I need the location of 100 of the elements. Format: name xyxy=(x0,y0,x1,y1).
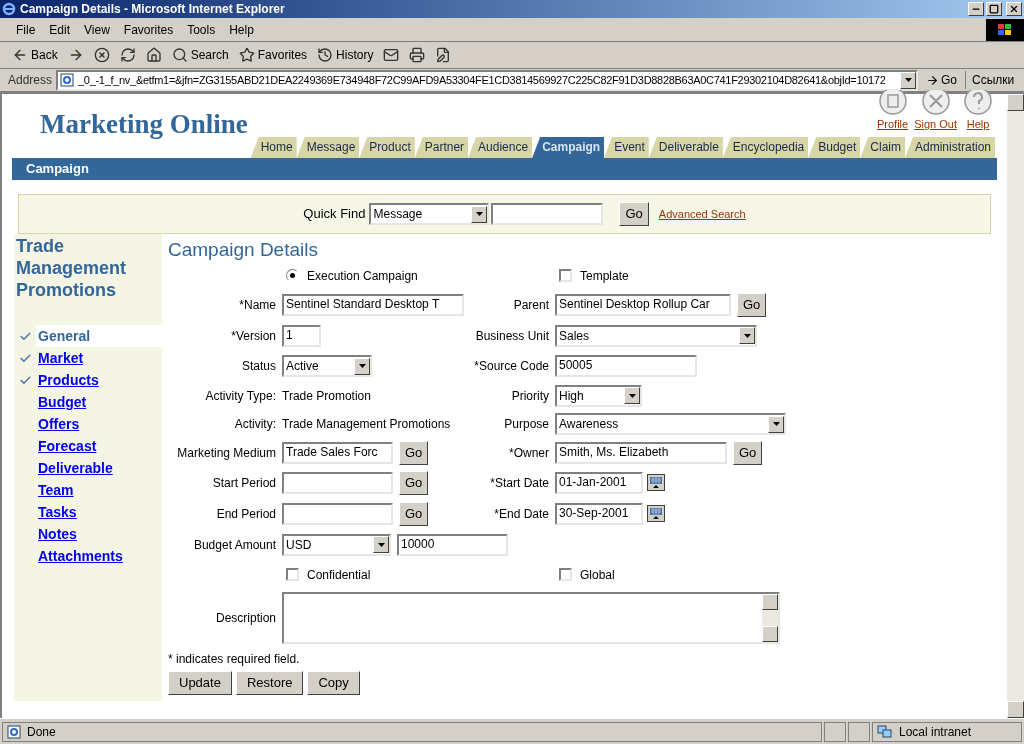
go-button[interactable]: Go xyxy=(619,202,649,226)
input-field[interactable]: 1 xyxy=(282,324,321,347)
advanced-search-link[interactable]: Advanced Search xyxy=(658,205,746,223)
field-label: *Owner xyxy=(509,444,549,462)
sidebar-link[interactable]: Notes xyxy=(36,523,162,545)
field-label: Description xyxy=(215,610,276,627)
toolbar-button[interactable]: History xyxy=(317,46,374,64)
sidebar-link[interactable]: Offers xyxy=(36,413,162,435)
nav-tab[interactable]: Audience xyxy=(468,137,533,158)
sign-out-icon[interactable] xyxy=(920,90,951,116)
sidebar-link[interactable]: Team xyxy=(36,479,162,501)
checkbox-label: Template xyxy=(580,267,629,285)
go-button[interactable]: Go xyxy=(733,440,763,465)
toolbar-button[interactable] xyxy=(93,47,110,63)
header-link[interactable]: Profile xyxy=(877,116,909,133)
header-link[interactable]: Sign Out xyxy=(914,116,957,133)
caret-icon xyxy=(624,387,640,404)
nav-tab[interactable]: Home xyxy=(250,137,297,158)
input-field[interactable]: Smith, Ms. Elizabeth xyxy=(555,441,727,464)
menu-item[interactable]: Edit xyxy=(43,20,77,39)
toolbar-button[interactable] xyxy=(435,47,452,63)
sidebar-link[interactable]: General xyxy=(36,325,162,347)
toolbar-button[interactable] xyxy=(409,47,426,63)
sidebar-link[interactable]: Forecast xyxy=(36,435,162,457)
menu-item[interactable]: Help xyxy=(223,20,260,39)
checkbox-label: Global xyxy=(580,566,615,584)
calendar-icon[interactable] xyxy=(647,474,665,491)
select-field[interactable]: Sales xyxy=(555,324,757,347)
go-button[interactable]: Go xyxy=(399,440,429,465)
sidebar-link[interactable]: Budget xyxy=(36,391,162,413)
menu-item[interactable]: Tools xyxy=(181,20,222,39)
select-field[interactable]: USD xyxy=(282,533,391,556)
calendar-icon[interactable] xyxy=(647,505,665,522)
address-field[interactable]: _0_-1_f_nv_&etfm1=&jfn=ZG3155ABD21DEA2249369E734948F72C99AFD9A53304FE1CD3814569927C225C82F91D3D8828B63A0C741F29302104D82641&objId=10172 xyxy=(56,69,919,91)
minimize-button[interactable] xyxy=(968,2,984,16)
nav-tab[interactable]: Claim xyxy=(860,137,905,158)
nav-tab[interactable]: Deliverable xyxy=(648,137,723,158)
help-icon[interactable] xyxy=(963,90,993,116)
scrollbar xyxy=(762,594,778,642)
input-field[interactable]: Trade Sales Forc xyxy=(282,441,393,464)
input-field[interactable]: 50005 xyxy=(555,355,697,377)
nav-tab[interactable]: Event xyxy=(604,137,649,158)
select-field[interactable]: Active xyxy=(282,355,372,377)
toolbar-button[interactable] xyxy=(119,47,136,63)
maximize-button[interactable] xyxy=(986,2,1002,16)
menu-item[interactable]: File xyxy=(10,20,42,39)
nav-tab[interactable]: Product xyxy=(359,137,415,158)
toolbar-button[interactable] xyxy=(383,47,400,63)
input-field[interactable]: 30-Sep-2001 xyxy=(555,502,643,525)
field-label: *Source Code xyxy=(474,358,549,375)
nav-tab[interactable]: Budget xyxy=(808,137,861,158)
printer-icon xyxy=(409,47,426,63)
close-button[interactable] xyxy=(1006,2,1022,16)
nav-tab[interactable]: Administration xyxy=(904,137,995,158)
sidebar-link[interactable]: Attachments xyxy=(36,545,162,567)
input-field[interactable]: Sentinel Desktop Rollup Car xyxy=(555,293,731,316)
page-icon xyxy=(60,73,75,87)
field-label: Budget Amount xyxy=(193,536,276,554)
menu-item[interactable]: View xyxy=(78,20,116,39)
checkbox[interactable] xyxy=(559,568,572,581)
go-button[interactable]: Go xyxy=(399,501,429,526)
sidebar-link[interactable]: Products xyxy=(36,369,162,391)
go-button[interactable]: Go xyxy=(399,470,429,495)
mail-icon xyxy=(383,47,400,63)
form-button[interactable]: Restore xyxy=(235,671,304,695)
checkbox[interactable] xyxy=(286,568,299,581)
input-field[interactable] xyxy=(282,471,393,494)
checkbox[interactable] xyxy=(559,269,572,282)
select-field[interactable]: High xyxy=(555,384,642,407)
select-field[interactable]: Awareness xyxy=(555,413,786,435)
sidebar-link[interactable]: Tasks xyxy=(36,501,162,523)
field-label: End Period xyxy=(216,505,276,523)
nav-tab[interactable]: Campaign xyxy=(532,137,605,158)
toolbar-button[interactable] xyxy=(145,47,162,63)
toolbar-button[interactable]: Search xyxy=(171,46,229,64)
toolbar-button[interactable]: Back xyxy=(12,46,58,64)
description-field[interactable] xyxy=(282,592,780,644)
sidebar-link[interactable]: Market xyxy=(36,347,162,369)
field-label: Start Period xyxy=(212,474,276,492)
nav-tab[interactable]: Encyclopedia xyxy=(722,137,809,158)
form-button[interactable]: Copy xyxy=(307,671,360,695)
sidebar-link[interactable]: Deliverable xyxy=(36,457,162,479)
links-label[interactable]: Ссылки xyxy=(965,71,1015,89)
select-field[interactable]: Message xyxy=(369,203,490,225)
input-field[interactable] xyxy=(491,203,604,225)
form-button[interactable]: Update xyxy=(168,671,232,695)
toolbar-button[interactable]: Favorites xyxy=(238,46,308,64)
menu-item[interactable]: Favorites xyxy=(117,20,180,39)
go-button[interactable]: Go xyxy=(737,292,767,317)
go-button[interactable]: Go xyxy=(922,71,962,89)
input-field[interactable] xyxy=(282,502,393,525)
profile-icon[interactable] xyxy=(877,90,908,116)
nav-tab[interactable]: Message xyxy=(296,137,360,158)
nav-tab[interactable]: Partner xyxy=(414,137,469,158)
header-link[interactable]: Help xyxy=(966,116,990,133)
field-label: Purpose xyxy=(504,416,549,433)
input-field[interactable]: Sentinel Standard Desktop T xyxy=(282,293,464,316)
form-title: Campaign Details xyxy=(168,238,319,262)
input-field[interactable]: 01-Jan-2001 xyxy=(555,471,643,494)
input-field[interactable]: 10000 xyxy=(397,533,508,556)
